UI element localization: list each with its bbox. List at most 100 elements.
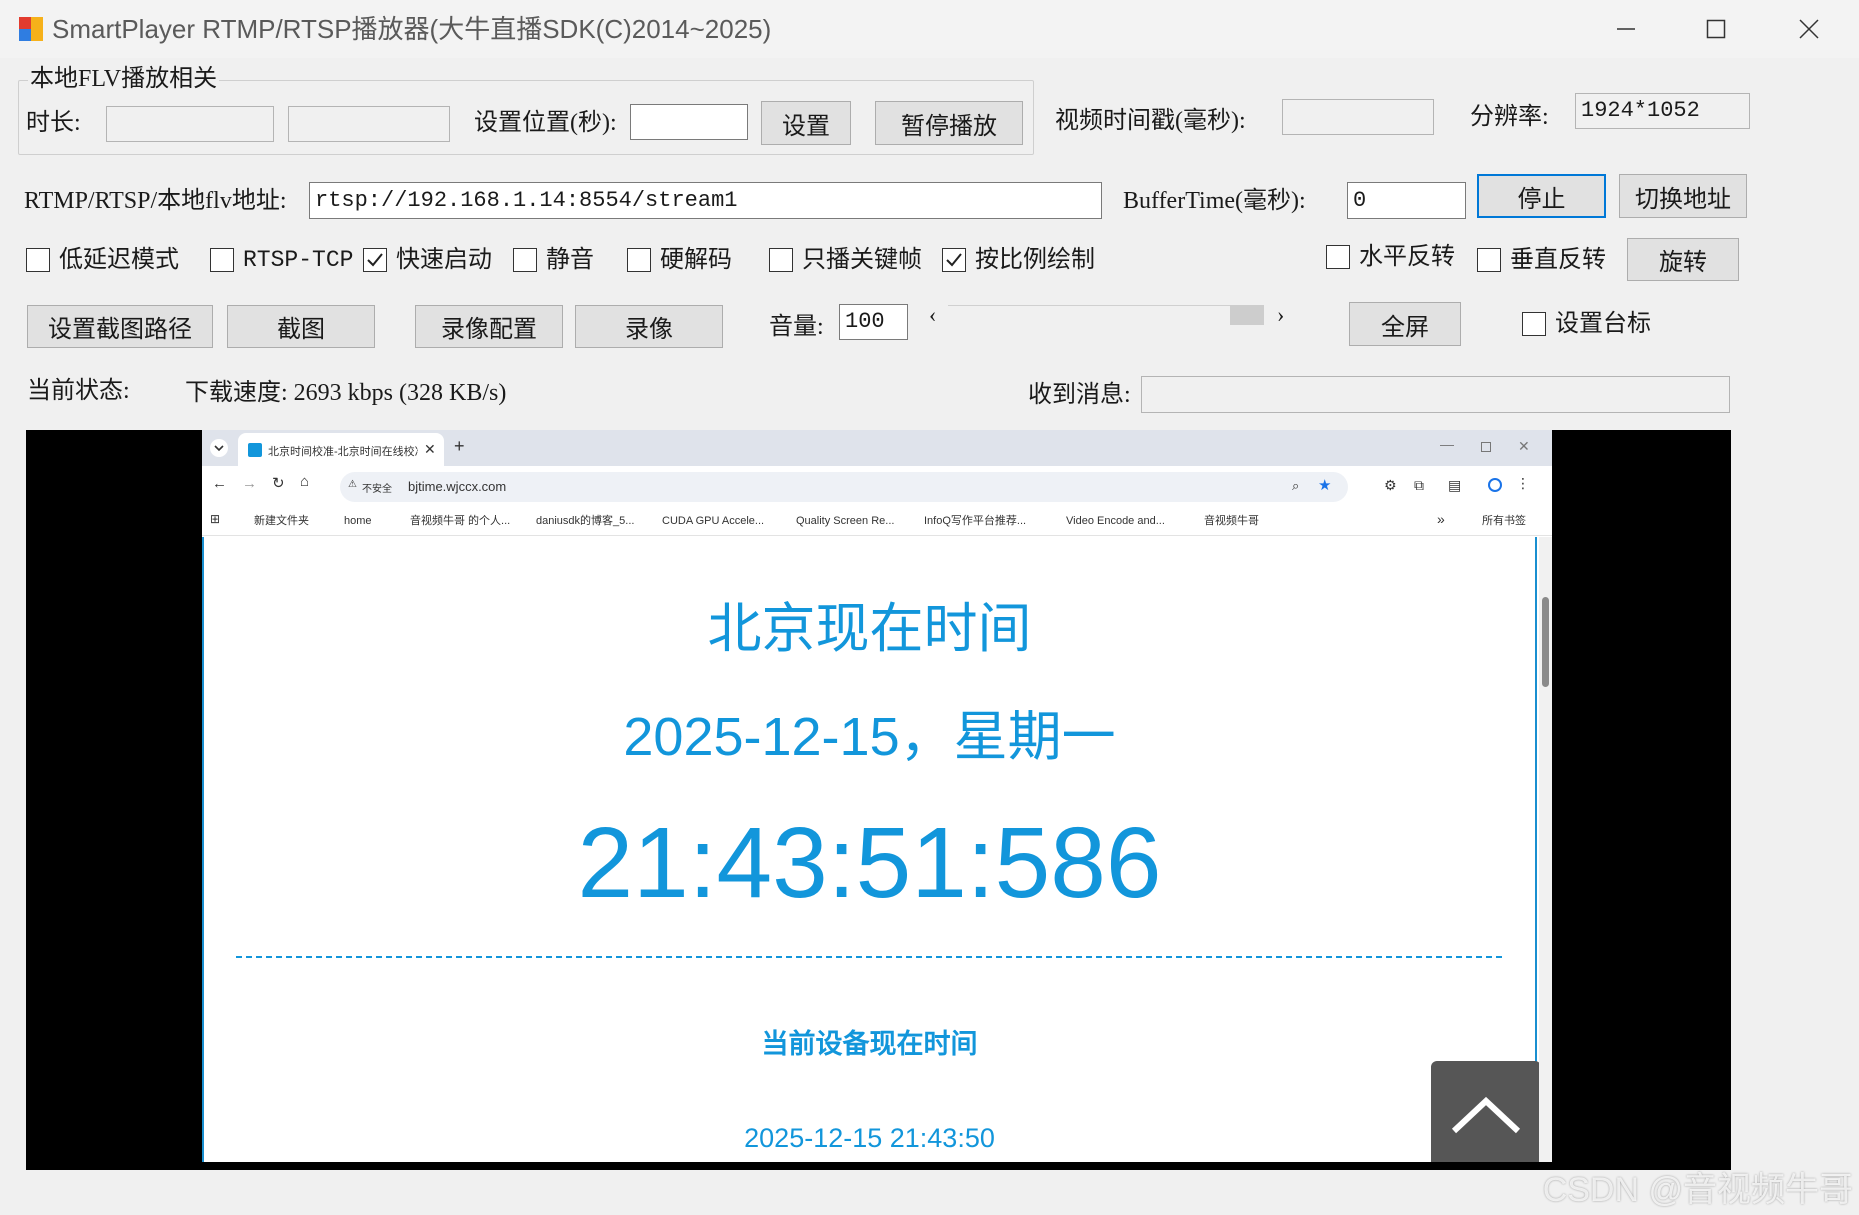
bookmarks-bar: ⊞ 新建文件夹 home 音视频牛哥 的个人... daniusdk的博客_5.… [202,506,1552,536]
checkbox-box[interactable] [1326,245,1350,269]
url-label: RTMP/RTSP/本地flv地址: [24,188,287,214]
checkbox-box[interactable] [769,248,793,272]
bookmark-item: CUDA GPU Accele... [662,515,765,527]
close-button[interactable] [1774,0,1844,58]
flip-horizontal-label: 水平反转 [1359,244,1455,270]
volume-input[interactable]: 100 [839,304,908,340]
rotate-button[interactable]: 旋转 [1627,238,1739,281]
record-config-button[interactable]: 录像配置 [415,305,563,348]
set-position-label: 设置位置(秒): [474,110,617,136]
bookmark-item: InfoQ写作平台推荐... [924,515,1027,527]
video-render-area[interactable]: 北京时间校准-北京时间在线校准 ✕ + — ✕ ← → ↻ ⌂ ⚠ 不安全 bj… [26,430,1731,1170]
checkbox-box[interactable] [942,248,966,272]
menu-icon: ⋮ [1516,475,1530,491]
flip-vertical-label: 垂直反转 [1510,247,1606,273]
maximize-icon [1706,19,1726,39]
sidebar-icon: ▤ [1448,477,1462,493]
window-title: SmartPlayer RTMP/RTSP播放器(大牛直播SDK(C)2014~… [52,14,772,44]
beijing-time-heading: 北京现在时间 [707,599,1032,659]
maximize-button[interactable] [1681,0,1751,58]
current-date: 2025-12-15，星期一 [623,707,1116,767]
site-favicon [248,443,262,457]
forward-icon: → [242,475,257,492]
low-latency-label: 低延迟模式 [59,247,179,273]
buffer-time-label: BufferTime(毫秒): [1123,188,1306,214]
tab-search-icon [210,439,228,457]
message-label: 收到消息: [1028,382,1131,408]
set-snapshot-path-button[interactable]: 设置截图路径 [27,305,213,348]
tab-title: 北京时间校准-北京时间在线校准 [268,446,418,458]
app-icon [18,16,44,42]
snapshot-button[interactable]: 截图 [227,305,375,348]
bookmark-item: Quality Screen Re... [796,515,895,527]
warning-icon: ⚠ [348,479,357,490]
rtsp-tcp-label: RTSP-TCP [243,247,354,273]
duration-field-2[interactable] [288,106,450,142]
reload-icon: ↻ [272,475,285,492]
checkmark-icon [946,253,962,267]
chevron-up-icon [1451,1096,1521,1134]
minimize-icon [1617,28,1635,30]
video-timestamp-field[interactable] [1282,99,1434,135]
dashed-divider [236,956,1502,958]
stream-url-input[interactable]: rtsp://192.168.1.14:8554/stream1 [309,182,1102,219]
web-page-content: 北京现在时间 2025-12-15，星期一 21:43:51:586 当前设备现… [202,537,1541,1162]
set-position-button[interactable]: 设置 [761,101,851,145]
checkbox-box[interactable] [1522,312,1546,336]
tab-close-icon: ✕ [424,441,436,457]
browser-close-icon: ✕ [1518,438,1530,454]
set-logo-label: 设置台标 [1555,311,1651,337]
bookmark-item: 音视频牛哥 [1204,515,1259,527]
volume-slider-thumb[interactable] [1230,305,1264,325]
checkbox-box[interactable] [513,248,537,272]
stop-button[interactable]: 停止 [1477,174,1606,218]
buffer-time-input[interactable]: 0 [1347,182,1466,219]
browser-tab-strip: 北京时间校准-北京时间在线校准 ✕ + — ✕ [202,430,1552,466]
browser-tab: 北京时间校准-北京时间在线校准 ✕ [238,433,444,466]
apps-icon: ⊞ [210,512,221,526]
fullscreen-button[interactable]: 全屏 [1349,302,1461,346]
address-bar: ⚠ 不安全 bjtime.wjccx.com ⌕ ★ [340,472,1348,502]
device-time-heading: 当前设备现在时间 [761,1029,978,1059]
record-button[interactable]: 录像 [575,305,723,348]
current-time: 21:43:51:586 [577,807,1162,919]
page-scrollbar [1539,537,1552,1162]
volume-slider-track[interactable] [948,305,1259,306]
volume-increase-arrow[interactable]: › [1277,300,1284,330]
puzzle-icon: ⧉ [1414,477,1424,493]
bookmark-item: 新建文件夹 [254,515,309,527]
message-field[interactable] [1141,376,1730,413]
back-icon: ← [212,475,227,492]
checkbox-box[interactable] [26,248,50,272]
bookmarks-overflow-icon: » [1437,511,1445,527]
pause-playback-button[interactable]: 暂停播放 [875,101,1023,145]
back-to-top-button [1431,1061,1541,1162]
duration-field[interactable] [106,106,274,142]
checkbox-box[interactable] [627,248,651,272]
title-bar: SmartPlayer RTMP/RTSP播放器(大牛直播SDK(C)2014~… [0,0,1859,58]
volume-decrease-arrow[interactable]: ‹ [929,300,936,330]
position-seconds-input[interactable] [630,104,748,140]
bookmark-star-icon: ★ [1318,477,1332,494]
checkbox-box[interactable] [363,248,387,272]
home-icon: ⌂ [300,473,310,490]
browser-maximize-icon [1481,442,1491,452]
checkbox-box[interactable] [210,248,234,272]
switch-url-button[interactable]: 切换地址 [1619,174,1747,218]
bookmark-item: home [344,515,372,527]
resolution-label: 分辨率: [1470,104,1549,130]
insecure-label: 不安全 [362,484,392,495]
keyframe-only-label: 只播关键帧 [802,247,922,273]
resolution-field[interactable]: 1924*1052 [1575,93,1750,129]
volume-label: 音量: [769,314,824,340]
address-text: bjtime.wjccx.com [408,479,507,494]
csdn-watermark: CSDN @音视频牛哥 [1542,1171,1853,1209]
scrollbar-thumb [1542,597,1549,687]
status-label: 当前状态: [27,378,130,404]
new-tab-icon: + [454,436,465,456]
minimize-button[interactable] [1591,0,1661,58]
device-time: 2025-12-15 21:43:50 [744,1123,995,1153]
checkmark-icon [367,253,383,267]
checkbox-box[interactable] [1477,248,1501,272]
duration-label: 时长: [26,110,81,136]
